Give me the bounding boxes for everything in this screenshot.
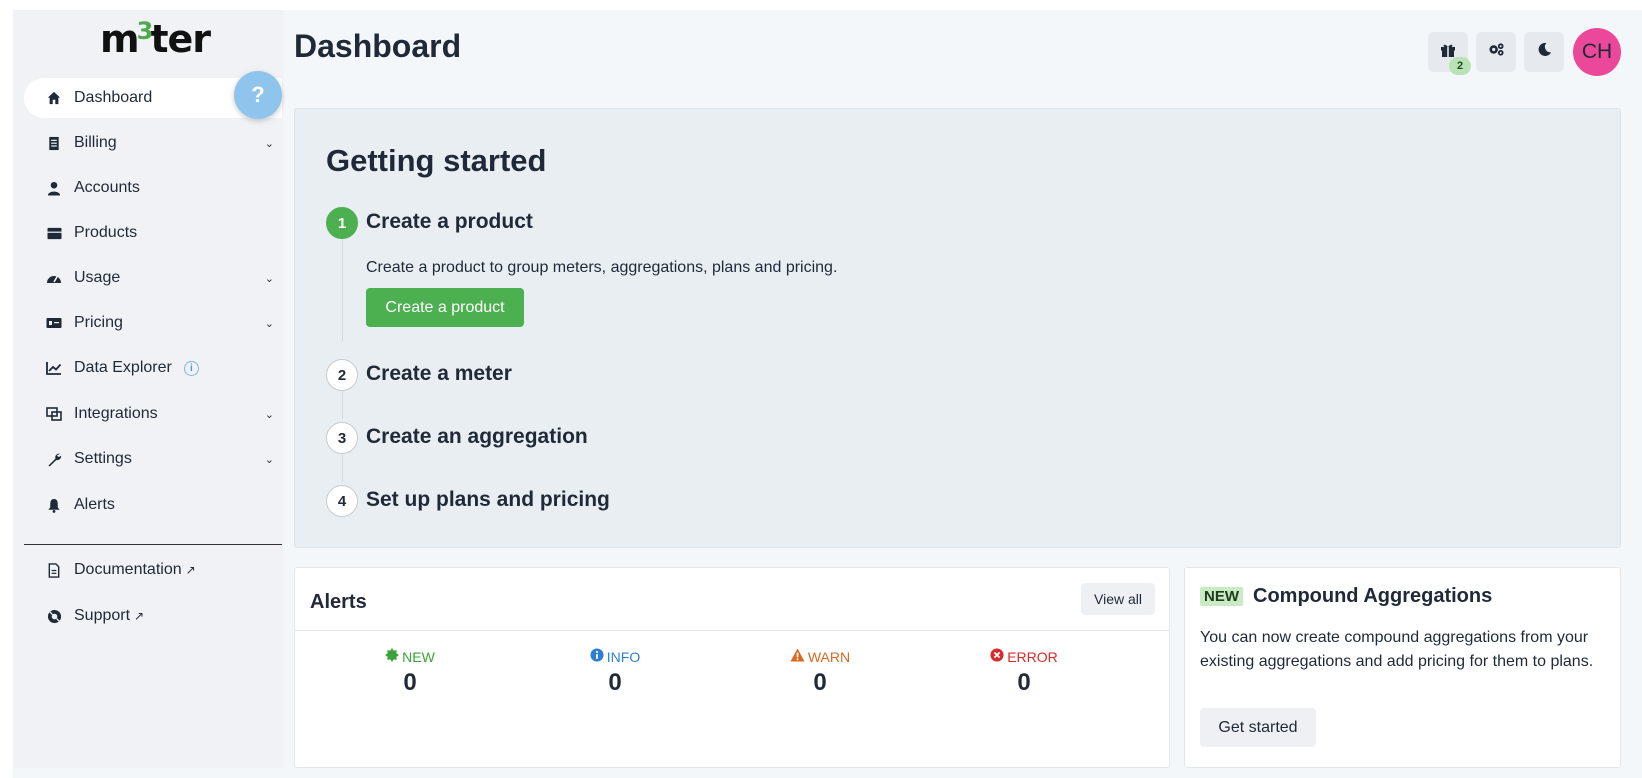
compound-title-row: NEW Compound Aggregations: [1200, 585, 1492, 608]
getting-started-card: Getting started 1 Create a product Creat…: [294, 108, 1621, 548]
sidebar-item-alerts[interactable]: Alerts: [24, 485, 282, 525]
create-product-button[interactable]: Create a product: [366, 288, 524, 327]
gift-button[interactable]: 2: [1428, 32, 1471, 75]
warning-triangle-icon: [790, 648, 805, 665]
sidebar-item-accounts[interactable]: Accounts: [24, 168, 282, 208]
sidebar-item-data-explorer[interactable]: Data Explorer i: [24, 348, 282, 388]
alert-count: 0: [813, 669, 827, 696]
alert-label: ERROR: [1007, 648, 1058, 665]
compound-title: Compound Aggregations: [1253, 585, 1493, 607]
alert-count-error[interactable]: ERROR 0: [949, 648, 1099, 697]
alert-count: 0: [403, 669, 417, 696]
alert-count-info[interactable]: INFO 0: [540, 648, 690, 697]
step-title[interactable]: Create an aggregation: [366, 425, 588, 449]
sidebar-item-billing[interactable]: Billing ⌄: [24, 123, 282, 163]
divider: [295, 630, 1169, 631]
step-number: 3: [326, 422, 358, 454]
sidebar-item-label: Data Explorer: [74, 359, 172, 376]
info-circle-icon: [590, 648, 604, 665]
alert-label: WARN: [807, 648, 851, 665]
info-icon[interactable]: i: [183, 360, 199, 376]
compound-aggregations-card: NEW Compound Aggregations You can now cr…: [1184, 567, 1621, 768]
external-link-icon: ↗: [185, 563, 196, 577]
sidebar-item-label: Integrations: [74, 405, 158, 422]
step-title[interactable]: Set up plans and pricing: [366, 488, 610, 512]
home-icon: [44, 88, 64, 108]
step-connector: [342, 391, 343, 419]
gears-icon: [1488, 42, 1505, 62]
new-tag: NEW: [1200, 587, 1243, 606]
alert-count: 0: [608, 669, 622, 696]
sidebar-item-label: Settings: [74, 450, 132, 467]
gauge-icon: [44, 268, 64, 288]
error-circle-icon: [990, 648, 1004, 665]
sidebar-item-label: Billing: [74, 134, 117, 151]
help-widget-icon[interactable]: ?: [234, 71, 282, 119]
alerts-card: Alerts View all NEW 0 INFO 0 WARN 0 ERRO…: [294, 567, 1170, 768]
sidebar-item-products[interactable]: Products: [24, 213, 282, 253]
box-icon: [44, 223, 64, 243]
chevron-down-icon: ⌄: [264, 272, 274, 285]
alerts-title: Alerts: [310, 591, 367, 613]
sidebar-item-label: Accounts: [74, 179, 140, 196]
chevron-down-icon: ⌄: [264, 453, 274, 466]
sidebar-item-label: Documentation: [74, 561, 182, 578]
avatar[interactable]: CH: [1573, 28, 1621, 76]
sidebar-item-label: Products: [74, 224, 138, 241]
user-icon: [44, 178, 64, 198]
sidebar-divider: [24, 544, 282, 545]
step-description: Create a product to group meters, aggreg…: [366, 259, 838, 276]
alert-count-new[interactable]: NEW 0: [335, 648, 485, 697]
sidebar-item-documentation[interactable]: Documentation ↗: [24, 550, 282, 590]
chevron-down-icon: ⌄: [264, 317, 274, 330]
moon-icon: [1537, 42, 1552, 62]
getting-started-title: Getting started: [326, 143, 547, 178]
step-number: 4: [326, 485, 358, 517]
alert-count: 0: [1017, 669, 1031, 696]
settings-button[interactable]: [1476, 32, 1516, 72]
external-link-icon: ↗: [134, 609, 145, 623]
alert-label: INFO: [606, 648, 641, 665]
sidebar-item-label: Dashboard: [74, 89, 153, 106]
integrations-icon: [44, 404, 64, 424]
sidebar-item-usage[interactable]: Usage ⌄: [24, 258, 282, 298]
sidebar-item-integrations[interactable]: Integrations ⌄: [24, 394, 282, 434]
alert-label: NEW: [402, 648, 435, 665]
sidebar-item-label: Pricing: [74, 314, 123, 331]
m3ter-logo[interactable]: m 3 ter: [90, 14, 220, 64]
step-connector: [342, 454, 343, 482]
lifebuoy-icon: [44, 606, 64, 626]
sidebar-item-label: Support: [74, 607, 131, 624]
sidebar-item-support[interactable]: Support ↗: [24, 596, 282, 636]
view-all-button[interactable]: View all: [1081, 583, 1155, 615]
notification-badge: 2: [1449, 57, 1471, 75]
chevron-down-icon: ⌄: [264, 137, 274, 150]
sidebar-item-pricing[interactable]: Pricing ⌄: [24, 303, 282, 343]
receipt-icon: [44, 133, 64, 153]
wrench-icon: [44, 449, 64, 469]
bell-icon: [44, 495, 64, 515]
step-number: 1: [326, 207, 358, 239]
sidebar-item-label: Usage: [74, 269, 121, 286]
get-started-button[interactable]: Get started: [1200, 708, 1316, 747]
sidebar-item-settings[interactable]: Settings ⌄: [24, 439, 282, 479]
sidebar-item-label: Alerts: [74, 496, 115, 513]
alert-count-warn[interactable]: WARN 0: [745, 648, 895, 697]
step-title[interactable]: Create a product: [366, 210, 533, 234]
step-title[interactable]: Create a meter: [366, 362, 512, 386]
step-number: 2: [326, 359, 358, 391]
step-connector: [342, 239, 343, 341]
money-icon: [44, 313, 64, 333]
page-title: Dashboard: [294, 28, 462, 64]
dark-mode-toggle[interactable]: [1524, 32, 1564, 72]
chevron-down-icon: ⌄: [264, 408, 274, 421]
document-icon: [44, 560, 64, 580]
badge-new-icon: [385, 648, 400, 665]
chart-line-icon: [44, 358, 64, 378]
compound-body: You can now create compound aggregations…: [1200, 629, 1594, 670]
